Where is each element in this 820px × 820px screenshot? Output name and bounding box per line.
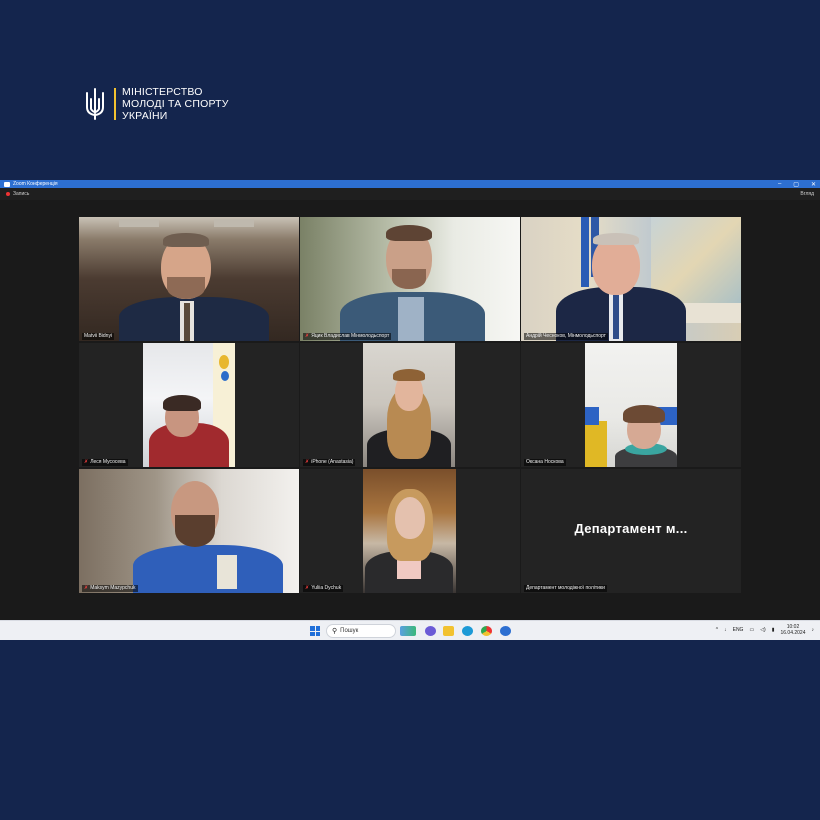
record-indicator-icon <box>6 192 10 196</box>
clock-date: 16.04.2024 <box>780 630 806 636</box>
participant-tile[interactable]: ✗ Леся Мусосева <box>79 343 299 467</box>
network-status-icon[interactable]: ↓ <box>724 627 727 633</box>
participant-name: Оксана Носкова <box>524 459 566 466</box>
battery-icon[interactable]: ▮ <box>772 627 775 633</box>
participant-name: Андрій Чесноков, Мінмолодьспорт <box>524 333 608 340</box>
notification-bell-icon[interactable]: ♪ <box>812 627 815 633</box>
record-label[interactable]: Запись <box>13 191 29 197</box>
zoom-icon <box>4 181 10 187</box>
participant-video <box>143 343 235 467</box>
windows-start-icon[interactable] <box>310 626 320 636</box>
muted-mic-icon: ✗ <box>305 459 310 465</box>
close-button[interactable]: ✕ <box>811 181 816 188</box>
muted-mic-icon: ✗ <box>305 333 310 339</box>
participant-name: ✗ iPhone (Anastasia) <box>303 459 356 466</box>
file-explorer-icon[interactable] <box>443 626 454 636</box>
participant-name: Департамент молодіжної політики <box>524 585 607 592</box>
participant-name: ✗ Yuliia Dychuk <box>303 585 344 592</box>
window-titlebar: Zoom Конференція – ▢ ✕ <box>0 180 820 188</box>
chrome-browser-icon[interactable] <box>481 626 492 636</box>
participant-tile[interactable]: Андрій Чесноков, Мінмолодьспорт <box>521 217 741 341</box>
trident-icon <box>86 88 104 120</box>
participant-tile[interactable]: Департамент м... Департамент молодіжної … <box>521 469 741 593</box>
ministry-name-line3: УКРАЇНИ <box>122 110 168 122</box>
participant-video <box>79 469 299 593</box>
meeting-toolbar: Запись Вгляд <box>0 188 820 200</box>
speaker-icon[interactable]: ◁) <box>760 627 766 633</box>
participant-tile[interactable]: ✗ Maksym Mazyрchuk <box>79 469 299 593</box>
search-icon: ⚲ <box>332 628 338 635</box>
participant-name: ✗ Леся Мусосева <box>82 459 128 466</box>
ministry-name-line2: МОЛОДІ ТА СПОРТУ <box>122 98 229 110</box>
participant-video <box>363 343 455 467</box>
logo-divider <box>114 88 116 120</box>
participant-name: Matvii Bidnyi <box>82 333 115 340</box>
windows-taskbar: ⚲ Пошук ^ ↓ ENG ▭ ◁) ▮ 10:02 16.04.2024 … <box>0 620 820 640</box>
language-indicator[interactable]: ENG <box>733 627 744 633</box>
muted-mic-icon: ✗ <box>84 585 89 591</box>
ministry-logo: МІНІСТЕРСТВО МОЛОДІ ТА СПОРТУ УКРАЇНИ <box>84 86 229 122</box>
participant-video <box>300 217 520 341</box>
taskbar-search[interactable]: ⚲ Пошук <box>326 624 396 638</box>
participant-tile[interactable]: Оксана Носкова <box>521 343 741 467</box>
participant-name: ✗ Maksym Mazyрchuk <box>82 585 138 592</box>
participant-video <box>79 217 299 341</box>
muted-mic-icon: ✗ <box>305 585 310 591</box>
zoom-app-icon[interactable] <box>500 626 511 636</box>
participant-name: ✗ Яцик Владислав Мінмолодьспорт <box>303 333 392 340</box>
participant-tile[interactable]: ✗ Яцик Владислав Мінмолодьспорт <box>300 217 520 341</box>
search-placeholder: Пошук <box>340 628 359 634</box>
participant-display-name: Департамент м... <box>574 521 688 536</box>
view-button[interactable]: Вгляд <box>800 191 814 197</box>
participant-video <box>363 469 456 593</box>
muted-mic-icon: ✗ <box>84 459 89 465</box>
chat-app-icon[interactable] <box>425 626 436 636</box>
ministry-name-line1: МІНІСТЕРСТВО <box>122 86 203 98</box>
system-tray: ^ ↓ ENG ▭ ◁) ▮ 10:02 16.04.2024 ♪ <box>716 624 814 636</box>
participant-video <box>521 217 741 341</box>
weather-widget-icon[interactable] <box>400 626 416 636</box>
ministry-name: МІНІСТЕРСТВО МОЛОДІ ТА СПОРТУ УКРАЇНИ <box>122 86 229 122</box>
minimize-button[interactable]: – <box>778 181 781 188</box>
window-controls: – ▢ ✕ <box>778 181 816 188</box>
chevron-up-icon[interactable]: ^ <box>716 627 718 633</box>
window-title: Zoom Конференція <box>13 181 58 187</box>
participant-tile[interactable]: ✗ iPhone (Anastasia) <box>300 343 520 467</box>
participant-tile[interactable]: ✗ Yuliia Dychuk <box>300 469 520 593</box>
taskbar-clock[interactable]: 10:02 16.04.2024 <box>780 624 805 636</box>
participant-video <box>585 343 677 467</box>
display-icon[interactable]: ▭ <box>749 627 754 633</box>
participant-tile[interactable]: Matvii Bidnyi <box>79 217 299 341</box>
maximize-button[interactable]: ▢ <box>793 181 799 188</box>
edge-browser-icon[interactable] <box>462 626 473 636</box>
